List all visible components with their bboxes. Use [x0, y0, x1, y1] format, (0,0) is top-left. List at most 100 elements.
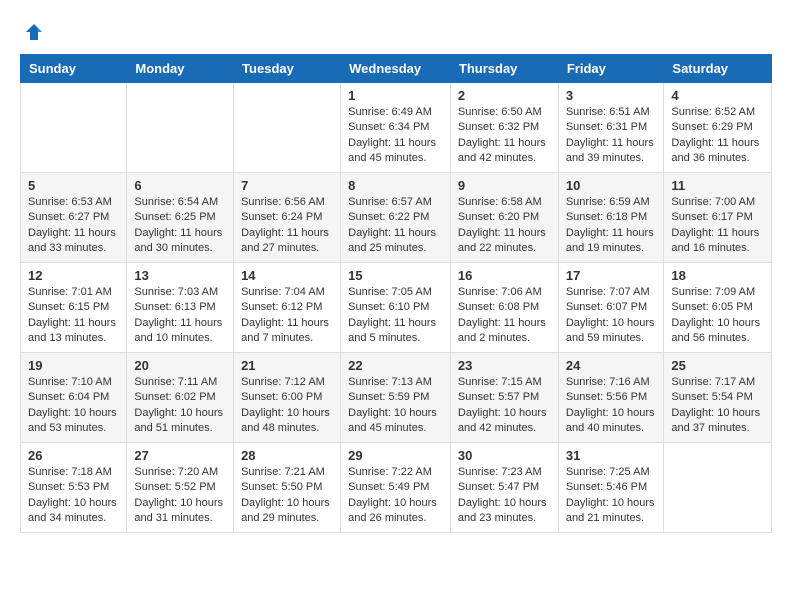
day-number: 12: [28, 268, 119, 283]
calendar-cell: 23 Sunrise: 7:15 AM Sunset: 5:57 PM Dayli…: [450, 353, 558, 443]
calendar-cell: 29 Sunrise: 7:22 AM Sunset: 5:49 PM Dayli…: [341, 443, 451, 533]
day-info: Sunrise: 7:22 AM Sunset: 5:49 PM Dayligh…: [348, 465, 443, 527]
week-row-4: 19 Sunrise: 7:10 AM Sunset: 6:04 PM Dayli…: [21, 353, 772, 443]
calendar-cell: 28 Sunrise: 7:21 AM Sunset: 5:50 PM Dayli…: [234, 443, 341, 533]
day-number: 31: [566, 448, 657, 463]
day-info: Sunrise: 7:07 AM Sunset: 6:07 PM Dayligh…: [566, 285, 657, 347]
day-info: Sunrise: 7:04 AM Sunset: 6:12 PM Dayligh…: [241, 285, 333, 347]
day-info: Sunrise: 7:12 AM Sunset: 6:00 PM Dayligh…: [241, 375, 333, 437]
header-tuesday: Tuesday: [234, 55, 341, 83]
calendar-cell: 2 Sunrise: 6:50 AM Sunset: 6:32 PM Daylig…: [450, 83, 558, 173]
calendar-cell: 14 Sunrise: 7:04 AM Sunset: 6:12 PM Dayli…: [234, 263, 341, 353]
calendar-cell: 19 Sunrise: 7:10 AM Sunset: 6:04 PM Dayli…: [21, 353, 127, 443]
day-info: Sunrise: 7:03 AM Sunset: 6:13 PM Dayligh…: [134, 285, 226, 347]
day-info: Sunrise: 7:20 AM Sunset: 5:52 PM Dayligh…: [134, 465, 226, 527]
day-number: 5: [28, 178, 119, 193]
day-number: 22: [348, 358, 443, 373]
day-number: 4: [671, 88, 764, 103]
day-info: Sunrise: 6:49 AM Sunset: 6:34 PM Dayligh…: [348, 105, 443, 167]
header-wednesday: Wednesday: [341, 55, 451, 83]
calendar-header-row: SundayMondayTuesdayWednesdayThursdayFrid…: [21, 55, 772, 83]
calendar-cell: [234, 83, 341, 173]
day-number: 27: [134, 448, 226, 463]
day-number: 30: [458, 448, 551, 463]
day-number: 17: [566, 268, 657, 283]
calendar-cell: [127, 83, 234, 173]
calendar-cell: [664, 443, 772, 533]
calendar-cell: 1 Sunrise: 6:49 AM Sunset: 6:34 PM Daylig…: [341, 83, 451, 173]
day-number: 2: [458, 88, 551, 103]
calendar-cell: 20 Sunrise: 7:11 AM Sunset: 6:02 PM Dayli…: [127, 353, 234, 443]
week-row-3: 12 Sunrise: 7:01 AM Sunset: 6:15 PM Dayli…: [21, 263, 772, 353]
day-info: Sunrise: 6:50 AM Sunset: 6:32 PM Dayligh…: [458, 105, 551, 167]
day-info: Sunrise: 7:13 AM Sunset: 5:59 PM Dayligh…: [348, 375, 443, 437]
day-info: Sunrise: 7:01 AM Sunset: 6:15 PM Dayligh…: [28, 285, 119, 347]
day-info: Sunrise: 7:15 AM Sunset: 5:57 PM Dayligh…: [458, 375, 551, 437]
header-monday: Monday: [127, 55, 234, 83]
day-number: 26: [28, 448, 119, 463]
calendar-cell: 27 Sunrise: 7:20 AM Sunset: 5:52 PM Dayli…: [127, 443, 234, 533]
header: [20, 20, 772, 44]
header-sunday: Sunday: [21, 55, 127, 83]
day-number: 10: [566, 178, 657, 193]
calendar-cell: 26 Sunrise: 7:18 AM Sunset: 5:53 PM Dayli…: [21, 443, 127, 533]
day-number: 7: [241, 178, 333, 193]
calendar-cell: 16Sunrise: 7:06 AM Sunset: 6:08 PM Dayli…: [450, 263, 558, 353]
logo: [20, 20, 46, 44]
calendar-cell: 12 Sunrise: 7:01 AM Sunset: 6:15 PM Dayli…: [21, 263, 127, 353]
calendar-table: SundayMondayTuesdayWednesdayThursdayFrid…: [20, 54, 772, 533]
day-number: 8: [348, 178, 443, 193]
header-saturday: Saturday: [664, 55, 772, 83]
week-row-1: 1 Sunrise: 6:49 AM Sunset: 6:34 PM Daylig…: [21, 83, 772, 173]
day-info: Sunrise: 7:18 AM Sunset: 5:53 PM Dayligh…: [28, 465, 119, 527]
calendar-cell: 6 Sunrise: 6:54 AM Sunset: 6:25 PM Daylig…: [127, 173, 234, 263]
calendar-cell: 13 Sunrise: 7:03 AM Sunset: 6:13 PM Dayli…: [127, 263, 234, 353]
day-info: Sunrise: 7:11 AM Sunset: 6:02 PM Dayligh…: [134, 375, 226, 437]
calendar-cell: 11 Sunrise: 7:00 AM Sunset: 6:17 PM Dayli…: [664, 173, 772, 263]
week-row-5: 26 Sunrise: 7:18 AM Sunset: 5:53 PM Dayli…: [21, 443, 772, 533]
calendar-cell: 15Sunrise: 7:05 AM Sunset: 6:10 PM Dayli…: [341, 263, 451, 353]
logo-icon: [22, 20, 46, 44]
day-number: 21: [241, 358, 333, 373]
day-number: 15: [348, 268, 443, 283]
calendar-cell: 8Sunrise: 6:57 AM Sunset: 6:22 PM Daylig…: [341, 173, 451, 263]
day-number: 14: [241, 268, 333, 283]
day-number: 23: [458, 358, 551, 373]
day-number: 13: [134, 268, 226, 283]
day-number: 11: [671, 178, 764, 193]
day-info: Sunrise: 6:54 AM Sunset: 6:25 PM Dayligh…: [134, 195, 226, 257]
calendar-cell: 7 Sunrise: 6:56 AM Sunset: 6:24 PM Daylig…: [234, 173, 341, 263]
day-number: 20: [134, 358, 226, 373]
day-number: 18: [671, 268, 764, 283]
header-thursday: Thursday: [450, 55, 558, 83]
calendar-cell: 31 Sunrise: 7:25 AM Sunset: 5:46 PM Dayli…: [558, 443, 664, 533]
calendar-cell: 24Sunrise: 7:16 AM Sunset: 5:56 PM Dayli…: [558, 353, 664, 443]
calendar-cell: 30 Sunrise: 7:23 AM Sunset: 5:47 PM Dayli…: [450, 443, 558, 533]
day-number: 6: [134, 178, 226, 193]
calendar-cell: 17 Sunrise: 7:07 AM Sunset: 6:07 PM Dayli…: [558, 263, 664, 353]
day-number: 19: [28, 358, 119, 373]
day-number: 16: [458, 268, 551, 283]
calendar-cell: 3 Sunrise: 6:51 AM Sunset: 6:31 PM Daylig…: [558, 83, 664, 173]
day-info: Sunrise: 7:16 AM Sunset: 5:56 PM Dayligh…: [566, 375, 657, 437]
calendar-cell: 9Sunrise: 6:58 AM Sunset: 6:20 PM Daylig…: [450, 173, 558, 263]
day-info: Sunrise: 6:52 AM Sunset: 6:29 PM Dayligh…: [671, 105, 764, 167]
week-row-2: 5Sunrise: 6:53 AM Sunset: 6:27 PM Daylig…: [21, 173, 772, 263]
day-number: 3: [566, 88, 657, 103]
day-info: Sunrise: 6:51 AM Sunset: 6:31 PM Dayligh…: [566, 105, 657, 167]
day-number: 29: [348, 448, 443, 463]
day-number: 1: [348, 88, 443, 103]
day-info: Sunrise: 7:25 AM Sunset: 5:46 PM Dayligh…: [566, 465, 657, 527]
day-info: Sunrise: 7:21 AM Sunset: 5:50 PM Dayligh…: [241, 465, 333, 527]
day-info: Sunrise: 7:10 AM Sunset: 6:04 PM Dayligh…: [28, 375, 119, 437]
calendar-cell: 25Sunrise: 7:17 AM Sunset: 5:54 PM Dayli…: [664, 353, 772, 443]
day-info: Sunrise: 6:56 AM Sunset: 6:24 PM Dayligh…: [241, 195, 333, 257]
day-info: Sunrise: 7:09 AM Sunset: 6:05 PM Dayligh…: [671, 285, 764, 347]
header-friday: Friday: [558, 55, 664, 83]
calendar-cell: 10Sunrise: 6:59 AM Sunset: 6:18 PM Dayli…: [558, 173, 664, 263]
day-number: 25: [671, 358, 764, 373]
calendar-cell: 5Sunrise: 6:53 AM Sunset: 6:27 PM Daylig…: [21, 173, 127, 263]
day-number: 28: [241, 448, 333, 463]
day-info: Sunrise: 7:00 AM Sunset: 6:17 PM Dayligh…: [671, 195, 764, 257]
day-info: Sunrise: 7:23 AM Sunset: 5:47 PM Dayligh…: [458, 465, 551, 527]
